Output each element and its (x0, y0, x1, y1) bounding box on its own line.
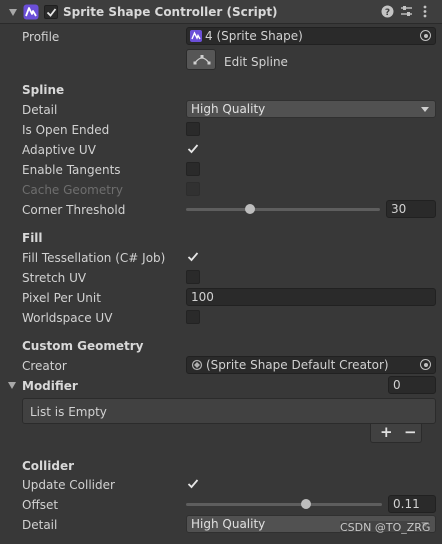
offset-slider-thumb[interactable] (300, 499, 311, 509)
stretch-uv-label: Stretch UV (22, 271, 87, 285)
creator-value: (Sprite Shape Default Creator) (206, 358, 389, 372)
help-icon[interactable]: ? (381, 5, 394, 18)
profile-value: 4 (Sprite Shape) (205, 29, 303, 43)
enable-tangents-toggle[interactable] (186, 162, 200, 176)
foldout-arrow-icon[interactable] (9, 9, 17, 16)
cache-geometry-label: Cache Geometry (22, 183, 123, 197)
modifier-list-footer: + − (370, 424, 422, 443)
scriptable-object-icon (191, 359, 203, 371)
pixel-per-unit-label: Pixel Per Unit (22, 291, 101, 305)
update-collider-label: Update Collider (22, 478, 115, 492)
object-picker-icon[interactable] (420, 30, 431, 41)
corner-threshold-label: Corner Threshold (22, 203, 126, 217)
sprite-shape-icon (23, 4, 39, 20)
edit-spline-label: Edit Spline (224, 55, 288, 69)
fill-tessellation-label: Fill Tessellation (C# Job) (22, 251, 166, 265)
pixel-per-unit-input[interactable]: 100 (186, 288, 436, 306)
offset-input[interactable]: 0.11 (388, 495, 436, 513)
edit-spline-icon (193, 55, 211, 65)
object-picker-icon[interactable] (420, 359, 431, 370)
offset-slider-track[interactable] (186, 503, 382, 506)
fill-tessellation-toggle[interactable] (186, 250, 200, 264)
corner-threshold-slider-thumb[interactable] (245, 204, 256, 214)
add-element-button[interactable]: + (380, 424, 393, 441)
component-enabled-toggle[interactable] (44, 5, 58, 19)
open-ended-label: Is Open Ended (22, 123, 110, 137)
spline-detail-label: Detail (22, 103, 58, 117)
list-empty-text: List is Empty (30, 405, 107, 419)
profile-label: Profile (22, 30, 60, 44)
open-ended-toggle[interactable] (186, 122, 200, 136)
modifier-list: List is Empty (22, 398, 436, 424)
modifier-heading[interactable]: Modifier (22, 379, 78, 393)
component-title: Sprite Shape Controller (Script) (63, 5, 278, 19)
svg-text:?: ? (385, 8, 390, 18)
collider-detail-label: Detail (22, 518, 58, 532)
collider-heading: Collider (22, 459, 75, 473)
chevron-down-icon (421, 107, 429, 112)
custom-geometry-heading: Custom Geometry (22, 339, 144, 353)
update-collider-toggle[interactable] (186, 477, 200, 491)
creator-field[interactable]: (Sprite Shape Default Creator) (186, 356, 436, 374)
enable-tangents-label: Enable Tangents (22, 163, 121, 177)
spline-detail-dropdown[interactable]: High Quality (186, 100, 436, 118)
sprite-shape-asset-icon (190, 30, 202, 42)
component-header[interactable]: Sprite Shape Controller (Script) ? (0, 0, 442, 24)
profile-field[interactable]: 4 (Sprite Shape) (186, 27, 436, 45)
spline-heading: Spline (22, 83, 65, 97)
adaptive-uv-toggle[interactable] (186, 142, 200, 156)
cache-geometry-toggle (186, 182, 200, 196)
preset-icon[interactable] (400, 5, 413, 18)
stretch-uv-toggle[interactable] (186, 270, 200, 284)
modifier-foldout-icon[interactable] (8, 382, 16, 389)
fill-heading: Fill (22, 231, 43, 245)
checkmark-icon (187, 479, 199, 489)
watermark: CSDN @TO_ZRG (340, 521, 431, 534)
checkmark-icon (46, 8, 57, 17)
more-menu-icon[interactable] (421, 5, 429, 18)
checkmark-icon (187, 252, 199, 262)
edit-spline-button[interactable] (186, 49, 216, 70)
worldspace-uv-toggle[interactable] (186, 310, 200, 324)
checkmark-icon (187, 144, 199, 154)
creator-label: Creator (22, 359, 67, 373)
spline-detail-value: High Quality (191, 102, 266, 116)
adaptive-uv-label: Adaptive UV (22, 143, 96, 157)
offset-label: Offset (22, 498, 59, 512)
collider-detail-value: High Quality (191, 517, 266, 531)
remove-element-button[interactable]: − (404, 424, 417, 441)
worldspace-uv-label: Worldspace UV (22, 311, 113, 325)
corner-threshold-slider-track[interactable] (186, 208, 380, 211)
modifier-count-input[interactable]: 0 (388, 376, 436, 394)
corner-threshold-input[interactable]: 30 (386, 200, 436, 218)
